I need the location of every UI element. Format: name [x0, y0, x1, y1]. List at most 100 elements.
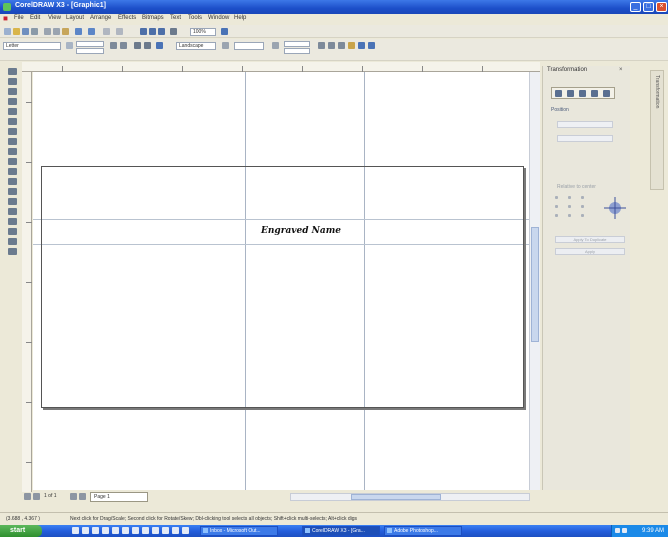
- crop-tool-icon[interactable]: [8, 88, 17, 95]
- quick-launch-icon[interactable]: [72, 527, 79, 534]
- engraved-name-text[interactable]: Engraved Name: [261, 226, 341, 236]
- smart-fill-tool-icon[interactable]: [8, 118, 17, 125]
- menu-view[interactable]: View: [48, 15, 61, 21]
- menu-file[interactable]: File: [14, 15, 24, 21]
- apply-button[interactable]: Apply: [555, 248, 625, 255]
- copy-icon[interactable]: [53, 28, 60, 35]
- anchor-point-grid[interactable]: [555, 196, 585, 218]
- interactive-fill-tool-icon[interactable]: [8, 228, 17, 235]
- pick-tool-icon[interactable]: [8, 68, 17, 75]
- tab-page-1[interactable]: Page 1: [90, 492, 148, 502]
- menu-effects[interactable]: Effects: [118, 15, 136, 21]
- portrait-icon[interactable]: [110, 42, 117, 49]
- menu-window[interactable]: Window: [208, 15, 229, 21]
- position-h-field[interactable]: [557, 121, 613, 128]
- units-icon[interactable]: [156, 42, 163, 49]
- import-icon[interactable]: [103, 28, 110, 35]
- first-page-icon[interactable]: [24, 493, 31, 500]
- zoom-level-field[interactable]: 100%: [190, 28, 216, 36]
- menu-help[interactable]: Help: [234, 15, 246, 21]
- quick-launch-icon[interactable]: [102, 527, 109, 534]
- text-options-icon[interactable]: [368, 42, 375, 49]
- quick-launch-icon[interactable]: [142, 527, 149, 534]
- application-launcher-icon[interactable]: [149, 28, 156, 35]
- doc-icon[interactable]: ◼: [3, 15, 8, 22]
- menu-bitmaps[interactable]: Bitmaps: [142, 15, 164, 21]
- zoom-tool-icon[interactable]: [8, 98, 17, 105]
- menu-arrange[interactable]: Arrange: [90, 15, 111, 21]
- ellipse-tool-icon[interactable]: [8, 138, 17, 145]
- duplicate-x-field[interactable]: [284, 41, 310, 47]
- quick-launch-icon[interactable]: [92, 527, 99, 534]
- nudge-icon[interactable]: [222, 42, 229, 49]
- cut-icon[interactable]: [44, 28, 51, 35]
- taskbar-item-coreldraw[interactable]: CorelDRAW X3 - [Gra...: [302, 526, 380, 536]
- close-button[interactable]: ×: [656, 2, 667, 12]
- taskbar-item-photoshop[interactable]: Adobe Photoshop...: [384, 526, 462, 536]
- draw-objects-icon[interactable]: [328, 42, 335, 49]
- menu-tools[interactable]: Tools: [188, 15, 202, 21]
- print-icon[interactable]: [31, 28, 38, 35]
- page-width-field[interactable]: [76, 41, 104, 47]
- quick-launch-icon[interactable]: [112, 527, 119, 534]
- current-page-icon[interactable]: [144, 42, 151, 49]
- interactive-blend-tool-icon[interactable]: [8, 188, 17, 195]
- new-icon[interactable]: [4, 28, 11, 35]
- zoom-icon[interactable]: [170, 28, 177, 35]
- position-mode-icon[interactable]: [555, 90, 562, 97]
- options-icon[interactable]: [358, 42, 365, 49]
- skew-mode-icon[interactable]: [603, 90, 610, 97]
- outline-tool-icon[interactable]: [8, 208, 17, 215]
- shape-tool-icon[interactable]: [8, 78, 17, 85]
- horizontal-scroll-thumb[interactable]: [351, 494, 441, 500]
- drawing-canvas[interactable]: Engraved Name: [33, 72, 529, 490]
- menu-text[interactable]: Text: [170, 15, 181, 21]
- next-page-icon[interactable]: [70, 493, 77, 500]
- page-width-icon[interactable]: [66, 42, 73, 49]
- minimize-button[interactable]: _: [630, 2, 641, 12]
- edit-icon[interactable]: [348, 42, 355, 49]
- fill-tool-icon[interactable]: [8, 218, 17, 225]
- rotate-mode-icon[interactable]: [567, 90, 574, 97]
- eyedropper-tool-icon[interactable]: [8, 198, 17, 205]
- nudge-distance-field[interactable]: [234, 42, 264, 50]
- previous-page-icon[interactable]: [33, 493, 40, 500]
- taskbar-item-outlook[interactable]: Inbox - Microsoft Out...: [200, 526, 278, 536]
- corel-online-icon[interactable]: [158, 28, 165, 35]
- menu-edit[interactable]: Edit: [30, 15, 40, 21]
- menu-layout[interactable]: Layout: [66, 15, 84, 21]
- relative-center-checkbox[interactable]: Relative to center: [557, 184, 596, 190]
- text-tool-icon[interactable]: [8, 168, 17, 175]
- rectangle-tool-icon[interactable]: [8, 128, 17, 135]
- start-button[interactable]: start: [0, 525, 42, 537]
- export-icon[interactable]: [116, 28, 123, 35]
- all-pages-icon[interactable]: [134, 42, 141, 49]
- vertical-scrollbar[interactable]: [529, 72, 540, 490]
- size-mode-icon[interactable]: [591, 90, 598, 97]
- undo-icon[interactable]: [75, 28, 82, 35]
- quick-launch-icon[interactable]: [82, 527, 89, 534]
- units-select[interactable]: Landscape: [176, 42, 216, 50]
- vertical-scroll-thumb[interactable]: [531, 227, 539, 342]
- maximize-button[interactable]: □: [643, 2, 654, 12]
- duplicate-distance-icon[interactable]: [272, 42, 279, 49]
- connector-tool-icon[interactable]: [8, 248, 17, 255]
- scale-mode-icon[interactable]: [579, 90, 586, 97]
- snap-to-icon[interactable]: [221, 28, 228, 35]
- apply-to-duplicate-button[interactable]: Apply To Duplicate: [555, 236, 625, 243]
- horizontal-scrollbar[interactable]: [290, 493, 530, 501]
- last-page-icon[interactable]: [79, 493, 86, 500]
- table-tool-icon[interactable]: [8, 178, 17, 185]
- page-height-field[interactable]: [76, 48, 104, 54]
- redo-icon[interactable]: [88, 28, 95, 35]
- duplicate-y-field[interactable]: [284, 48, 310, 54]
- polygon-tool-icon[interactable]: [8, 148, 17, 155]
- quick-launch-icon[interactable]: [182, 527, 189, 534]
- treat-as-filled-icon[interactable]: [318, 42, 325, 49]
- quick-launch-icon[interactable]: [122, 527, 129, 534]
- docker-tab-transformation[interactable]: Transformation: [650, 70, 664, 190]
- quick-launch-icon[interactable]: [152, 527, 159, 534]
- tray-icon[interactable]: [615, 528, 620, 533]
- quick-launch-icon[interactable]: [162, 527, 169, 534]
- snap-icon[interactable]: [338, 42, 345, 49]
